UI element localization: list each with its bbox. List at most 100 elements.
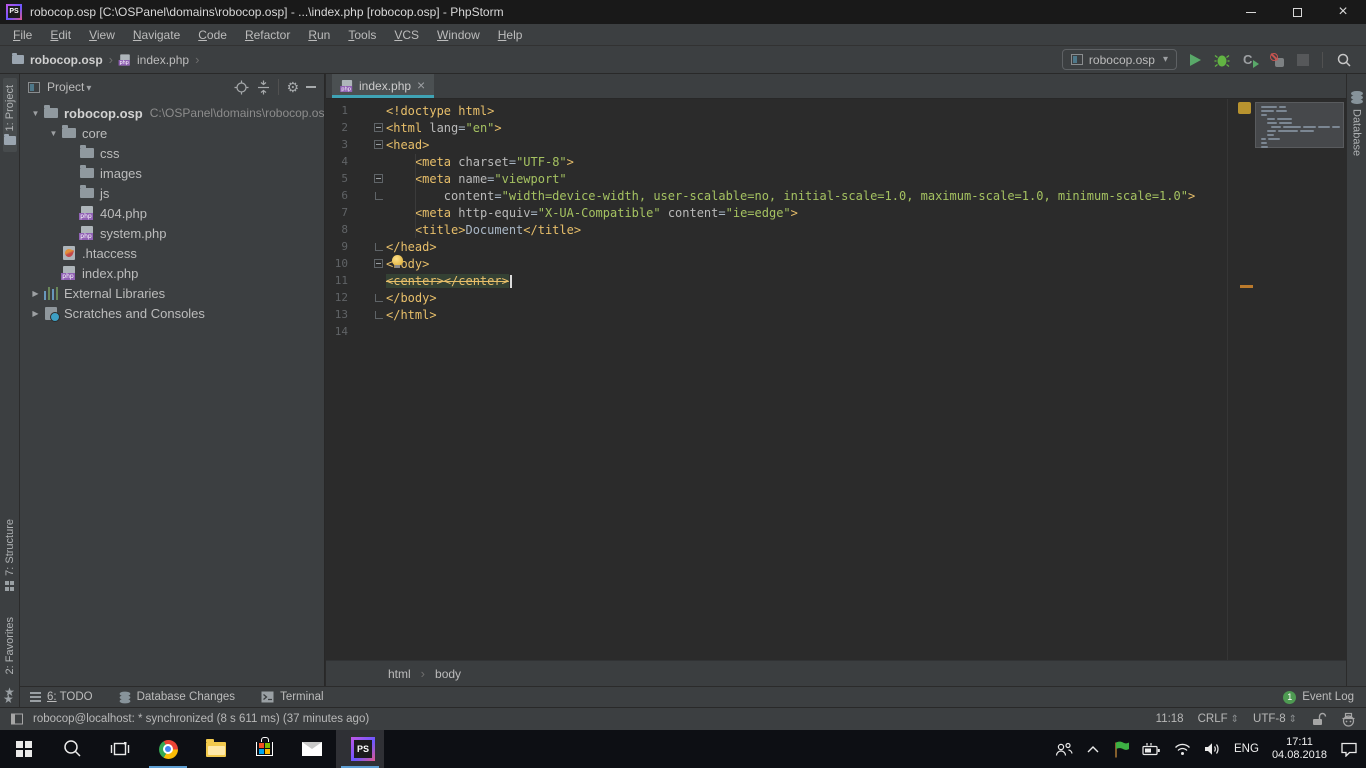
tree-item-htaccess[interactable]: .htaccess bbox=[20, 243, 324, 263]
code-line[interactable]: 2 <html lang="en"> bbox=[326, 119, 1346, 136]
tree-item-404-php[interactable]: 404.php bbox=[20, 203, 324, 223]
taskbar-clock[interactable]: 17:11 04.08.2018 bbox=[1272, 736, 1327, 762]
code-line[interactable]: 10 <body> bbox=[326, 255, 1346, 272]
run-with-coverage-button[interactable]: C bbox=[1243, 53, 1257, 67]
tree-item-css[interactable]: css bbox=[20, 143, 324, 163]
lock-icon[interactable] bbox=[1311, 712, 1327, 726]
run-configuration-select[interactable]: robocop.osp bbox=[1062, 49, 1177, 70]
code-line[interactable]: 5 <meta name="viewport" bbox=[326, 170, 1346, 187]
hide-panel-button[interactable] bbox=[306, 86, 316, 88]
code-line[interactable]: 14 bbox=[326, 323, 1346, 340]
stop-button[interactable] bbox=[1297, 54, 1309, 66]
tree-item-core[interactable]: core bbox=[20, 123, 324, 143]
tree-item-js[interactable]: js bbox=[20, 183, 324, 203]
breadcrumb-project[interactable]: robocop.osp bbox=[30, 53, 103, 67]
maximize-button[interactable] bbox=[1274, 0, 1320, 24]
favorites-corner-star-icon[interactable] bbox=[3, 690, 14, 708]
database-changes-tool-button[interactable]: Database Changes bbox=[119, 691, 235, 704]
tree-item-system-php[interactable]: system.php bbox=[20, 223, 324, 243]
code-line-current[interactable]: 11 <center></center> bbox=[326, 272, 1346, 289]
fold-end-marker[interactable] bbox=[375, 311, 383, 319]
tree-item-external-libraries[interactable]: External Libraries bbox=[20, 283, 324, 303]
taskbar-mail-button[interactable] bbox=[288, 730, 336, 768]
collapse-all-button[interactable] bbox=[256, 80, 271, 95]
code-line[interactable]: 13 </html> bbox=[326, 306, 1346, 323]
menu-code[interactable]: Code bbox=[189, 28, 236, 42]
fold-end-marker[interactable] bbox=[375, 192, 383, 200]
todo-tool-button[interactable]: 6: TODO bbox=[30, 691, 93, 703]
taskbar-chrome-button[interactable] bbox=[144, 730, 192, 768]
battery-icon[interactable] bbox=[1142, 742, 1161, 756]
code-line[interactable]: 1 <!doctype html> bbox=[326, 102, 1346, 119]
close-tab-icon[interactable] bbox=[417, 79, 425, 93]
tool-stripe-structure[interactable]: 7: Structure bbox=[3, 512, 17, 597]
menu-tools[interactable]: Tools bbox=[339, 28, 385, 42]
menu-vcs[interactable]: VCS bbox=[385, 28, 428, 42]
chevron-right-icon[interactable] bbox=[28, 289, 43, 298]
task-view-button[interactable] bbox=[96, 730, 144, 768]
breadcrumb-html[interactable]: html bbox=[388, 667, 411, 681]
fold-marker[interactable] bbox=[374, 140, 383, 149]
tree-item-project-root[interactable]: robocop.osp C:\OSPanel\domains\robocop.o… bbox=[20, 103, 324, 123]
terminal-tool-button[interactable]: Terminal bbox=[261, 691, 323, 703]
menu-edit[interactable]: Edit bbox=[41, 28, 80, 42]
tool-stripe-favorites[interactable]: 2: Favorites bbox=[3, 610, 17, 681]
run-button[interactable] bbox=[1190, 54, 1201, 66]
inspection-status-indicator[interactable] bbox=[1238, 102, 1251, 114]
locate-file-button[interactable] bbox=[234, 80, 249, 95]
people-icon[interactable] bbox=[1055, 741, 1073, 757]
gear-icon[interactable] bbox=[286, 79, 299, 96]
code-line[interactable]: 4 <meta charset="UTF-8"> bbox=[326, 153, 1346, 170]
taskbar-phpstorm-button[interactable] bbox=[336, 730, 384, 768]
hector-inspections-icon[interactable] bbox=[1341, 712, 1356, 727]
line-separator-select[interactable]: CRLF bbox=[1198, 713, 1239, 725]
start-button[interactable] bbox=[0, 730, 48, 768]
event-log-button[interactable]: 1 Event Log bbox=[1283, 691, 1354, 704]
project-view-select[interactable]: Project bbox=[47, 80, 91, 94]
keyboard-language[interactable]: ENG bbox=[1234, 743, 1259, 755]
taskbar-explorer-button[interactable] bbox=[192, 730, 240, 768]
fold-marker[interactable] bbox=[374, 174, 383, 183]
close-button[interactable] bbox=[1320, 0, 1366, 24]
chevron-down-icon[interactable] bbox=[46, 129, 61, 138]
fold-marker[interactable] bbox=[374, 123, 383, 132]
code-line[interactable]: 8 <title>Document</title> bbox=[326, 221, 1346, 238]
tab-index-php[interactable]: index.php bbox=[332, 74, 434, 98]
attach-debugger-button[interactable] bbox=[1270, 53, 1284, 67]
menu-navigate[interactable]: Navigate bbox=[124, 28, 189, 42]
menu-run[interactable]: Run bbox=[299, 28, 339, 42]
show-hidden-icons-chevron[interactable] bbox=[1086, 744, 1100, 754]
tool-stripe-database[interactable]: Database bbox=[1350, 84, 1364, 163]
code-editor[interactable]: 1 <!doctype html> 2 <html lang="en"> 3 <… bbox=[326, 99, 1346, 660]
taskbar-store-button[interactable] bbox=[240, 730, 288, 768]
chevron-down-icon[interactable] bbox=[28, 109, 43, 118]
intention-bulb-icon[interactable] bbox=[392, 255, 403, 266]
minimize-button[interactable] bbox=[1228, 0, 1274, 24]
code-line[interactable]: 6 content="width=device-width, user-scal… bbox=[326, 187, 1346, 204]
breadcrumb-body[interactable]: body bbox=[435, 667, 461, 681]
breadcrumb-file[interactable]: index.php bbox=[137, 53, 189, 67]
tree-item-index-php[interactable]: index.php bbox=[20, 263, 324, 283]
chevron-right-icon[interactable] bbox=[28, 309, 43, 318]
encoding-select[interactable]: UTF-8 bbox=[1253, 713, 1297, 725]
menu-view[interactable]: View bbox=[80, 28, 124, 42]
fold-end-marker[interactable] bbox=[375, 294, 383, 302]
debug-bug-button[interactable] bbox=[1214, 52, 1230, 68]
action-center-icon[interactable] bbox=[1340, 741, 1358, 757]
code-line[interactable]: 9 </head> bbox=[326, 238, 1346, 255]
tree-item-scratches[interactable]: Scratches and Consoles bbox=[20, 303, 324, 323]
code-line[interactable]: 12 </body> bbox=[326, 289, 1346, 306]
tool-window-toggle-icon[interactable] bbox=[10, 712, 24, 726]
fold-marker[interactable] bbox=[374, 259, 383, 268]
menu-file[interactable]: File bbox=[4, 28, 41, 42]
tree-item-images[interactable]: images bbox=[20, 163, 324, 183]
ospanel-flag-icon[interactable] bbox=[1113, 741, 1129, 758]
menu-window[interactable]: Window bbox=[428, 28, 489, 42]
tool-stripe-project[interactable]: 1: Project bbox=[3, 78, 17, 152]
code-line[interactable]: 7 <meta http-equiv="X-UA-Compatible" con… bbox=[326, 204, 1346, 221]
speaker-icon[interactable] bbox=[1204, 742, 1221, 756]
menu-refactor[interactable]: Refactor bbox=[236, 28, 299, 42]
menu-help[interactable]: Help bbox=[489, 28, 532, 42]
warning-stripe-mark[interactable] bbox=[1240, 285, 1253, 288]
taskbar-search-button[interactable] bbox=[48, 730, 96, 768]
